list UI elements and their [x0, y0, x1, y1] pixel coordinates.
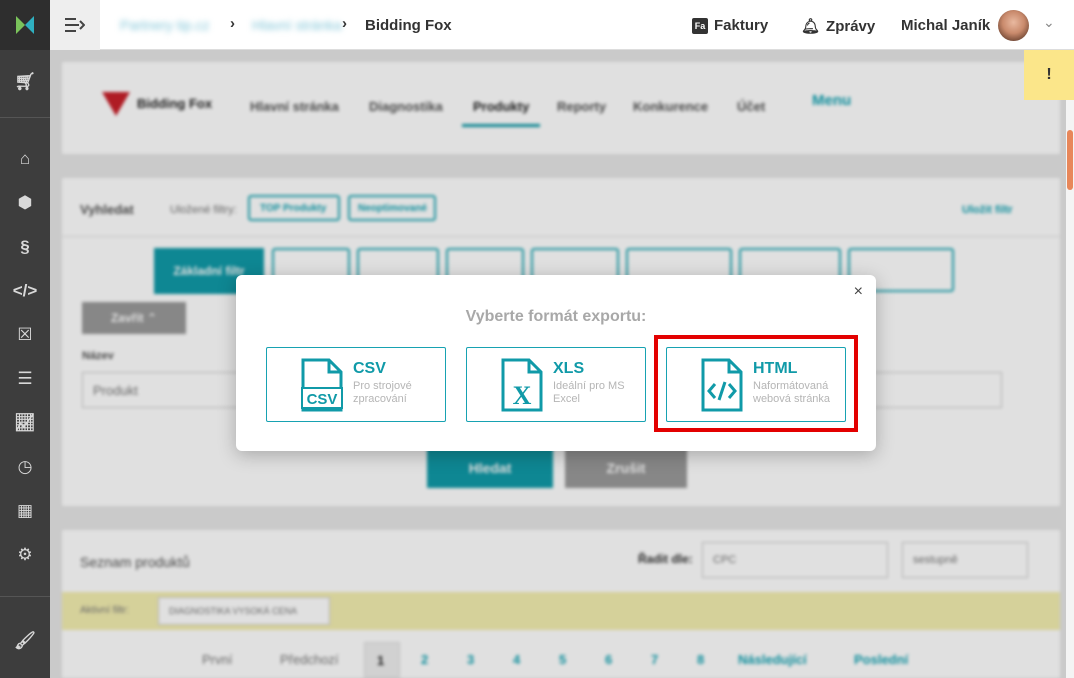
app-logo[interactable] [0, 0, 50, 50]
chart-icon[interactable]: 📈︎ [0, 408, 50, 438]
export-xls-button[interactable]: X XLS Ideální pro MS Excel [466, 347, 646, 422]
menu-toggle-button[interactable] [50, 0, 100, 50]
option-label: CSV [353, 360, 386, 377]
gear-icon[interactable]: ⚙ [0, 540, 50, 570]
messages-label: Zprávy [826, 17, 876, 35]
xls-file-icon: X [501, 358, 543, 412]
user-name: Michal Janík [901, 17, 991, 34]
svg-text:X: X [513, 381, 532, 410]
menu-collapse-icon [65, 18, 85, 32]
excel-icon[interactable]: ☒ [0, 320, 50, 350]
invoice-icon: Fa [692, 17, 708, 34]
sidebar-divider [0, 117, 50, 118]
close-icon[interactable]: × [854, 283, 863, 301]
modal-title: Vyberte formát exportu: [465, 308, 647, 325]
scrollbar-thumb[interactable] [1067, 130, 1073, 190]
messages-link[interactable]: 🔔︎ Zprávy [801, 17, 876, 36]
highlight-box [654, 335, 858, 432]
home-icon[interactable]: ⌂ [0, 144, 50, 174]
breadcrumb-item[interactable]: Partnery tip.cz [120, 17, 209, 33]
warning-badge[interactable]: ! [1024, 50, 1074, 100]
code-icon[interactable]: </> [0, 276, 50, 306]
option-description: Pro strojové zpracování [353, 380, 412, 405]
scrollbar[interactable] [1066, 100, 1074, 678]
option-description: Ideální pro MS Excel [553, 380, 625, 405]
list-play-icon[interactable]: ☰ [0, 364, 50, 394]
grid-icon[interactable]: ▦ [0, 496, 50, 526]
export-csv-button[interactable]: CSV CSV Pro strojové zpracování [266, 347, 446, 422]
svg-text:CSV: CSV [307, 391, 338, 408]
breadcrumb-item[interactable]: Hlavní stránka [252, 17, 341, 33]
sidebar-divider [0, 596, 50, 597]
logo-icon [16, 16, 34, 34]
clock-icon[interactable]: ◷ [0, 452, 50, 482]
chevron-down-icon[interactable]: ⌄ [1043, 14, 1055, 31]
cart-icon[interactable]: 🛒︎ [0, 67, 50, 97]
avatar[interactable] [998, 10, 1029, 41]
chevron-right-icon: › [342, 15, 347, 32]
user-menu[interactable]: Michal Janík [901, 17, 990, 34]
box-icon[interactable]: ⬢ [0, 188, 50, 218]
invoices-label: Faktury [714, 17, 769, 34]
option-label: XLS [553, 360, 585, 377]
bell-icon: 🔔︎ [801, 18, 821, 35]
brush-icon[interactable]: 🖌︎ [0, 626, 50, 656]
invoices-link[interactable]: Fa Faktury [692, 17, 768, 34]
sidebar: 🛒︎ ⌂ ⬢ § </> ☒ ☰ 📈︎ ◷ ▦ ⚙ 🖌︎ [0, 0, 50, 678]
section-icon[interactable]: § [0, 232, 50, 262]
csv-file-icon: CSV [301, 358, 343, 412]
breadcrumb-current: Bidding Fox [365, 17, 452, 34]
top-bar: Partnery tip.cz › Hlavní stránka › Biddi… [50, 0, 1074, 50]
chevron-right-icon: › [230, 15, 235, 32]
